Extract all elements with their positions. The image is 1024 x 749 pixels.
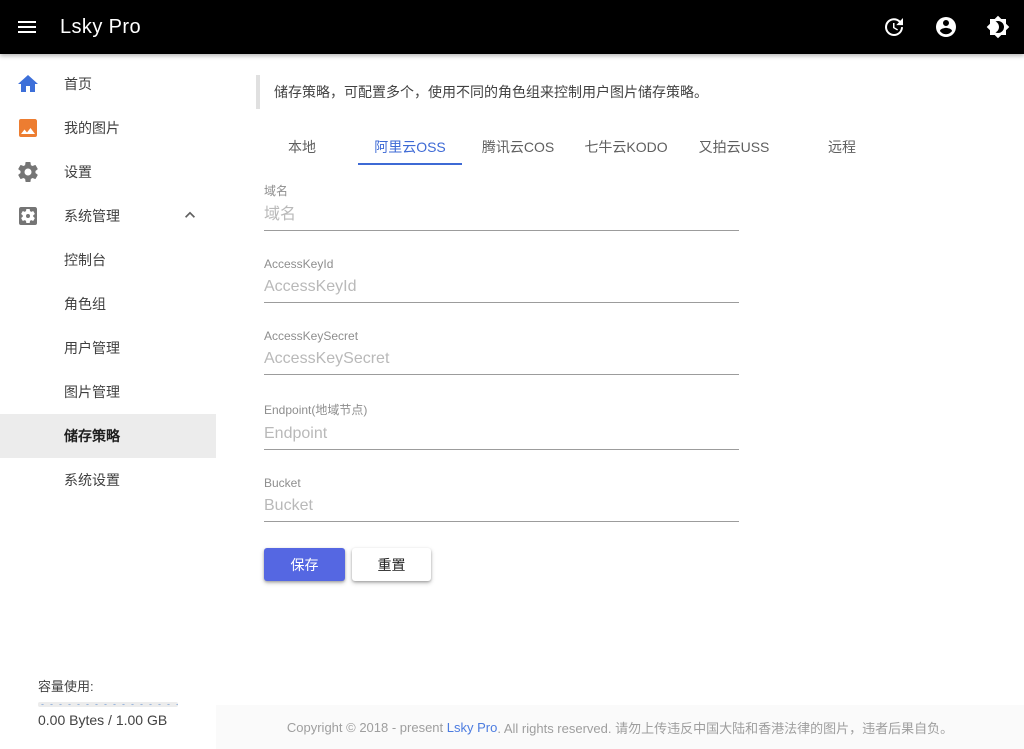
system-settings-icon [16,204,40,228]
app-title: Lsky Pro [60,16,141,39]
form-field: 域名 [264,182,739,231]
storage-tabs: 本地 阿里云OSS 腾讯云COS 七牛云KODO 又拍云USS 远程 [248,129,1024,165]
refresh-button[interactable] [874,7,914,47]
endpoint-input[interactable] [264,419,739,450]
tab-remote[interactable]: 远程 [788,129,896,165]
theme-toggle-button[interactable] [978,7,1018,47]
tab-tencent-cos[interactable]: 腾讯云COS [464,129,572,165]
domain-input[interactable] [264,200,739,231]
image-icon [16,116,40,140]
sidebar-item-label: 设置 [64,162,92,182]
capacity-usage-text: 0.00 Bytes / 1.00 GB [38,712,208,728]
sidebar-item-home[interactable]: 首页 [0,62,216,106]
form-actions: 保存 重置 [264,548,1024,581]
appbar: Lsky Pro [0,0,1024,54]
tab-aliyun-oss[interactable]: 阿里云OSS [356,129,464,165]
sidebar-item-role-groups[interactable]: 角色组 [0,282,216,326]
sidebar-item-system-settings[interactable]: 系统设置 [0,458,216,502]
sidebar-item-my-images[interactable]: 我的图片 [0,106,216,150]
reset-button[interactable]: 重置 [352,548,431,581]
access-key-id-input[interactable] [264,272,739,303]
sidebar-item-label: 我的图片 [64,118,120,138]
sidebar-group-system[interactable]: 系统管理 [0,194,216,238]
appbar-actions [874,7,1018,47]
bucket-label: Bucket [264,476,739,490]
form-field: Endpoint(地域节点) [264,401,739,450]
form-field: Bucket [264,476,739,522]
brand-link[interactable]: Lsky Pro [447,720,498,735]
sidebar-item-settings[interactable]: 设置 [0,150,216,194]
capacity-usage-block: 容量使用: 0.00 Bytes / 1.00 GB [38,676,208,728]
save-button[interactable]: 保存 [264,548,345,581]
endpoint-label: Endpoint(地域节点) [264,401,739,418]
brightness-icon [986,15,1010,39]
footer: Copyright © 2018 - present Lsky Pro. All… [216,705,1024,749]
account-circle-icon [934,15,958,39]
tab-upyun-uss[interactable]: 又拍云USS [680,129,788,165]
page-description: 储存策略，可配置多个，使用不同的角色组来控制用户图片储存策略。 [256,75,984,109]
main-content: 储存策略，可配置多个，使用不同的角色组来控制用户图片储存策略。 本地 阿里云OS… [216,54,1024,705]
form-field: AccessKeySecret [264,329,739,375]
oss-config-form: 域名 AccessKeyId AccessKeySecret Endpoint(… [264,182,739,522]
sidebar-item-user-management[interactable]: 用户管理 [0,326,216,370]
update-icon [882,15,906,39]
sidebar: 首页 我的图片 设置 系统管理 控制台 角色组 用户管理 图片管理 储存策略 系… [0,54,216,749]
sidebar-item-storage-policy[interactable]: 储存策略 [0,414,216,458]
home-icon [16,72,40,96]
copyright-text-prefix: Copyright © 2018 - present [287,720,447,735]
capacity-label: 容量使用: [38,676,208,695]
menu-button[interactable] [7,7,47,47]
account-button[interactable] [926,7,966,47]
gear-icon [16,160,40,184]
access-key-secret-label: AccessKeySecret [264,329,739,343]
domain-label: 域名 [264,182,739,199]
copyright-text-suffix: . All rights reserved. 请勿上传违反中国大陆和香港法律的图… [497,718,953,737]
form-field: AccessKeyId [264,257,739,303]
bucket-input[interactable] [264,491,739,522]
sidebar-item-console[interactable]: 控制台 [0,238,216,282]
access-key-secret-input[interactable] [264,344,739,375]
sidebar-item-label: 首页 [64,74,92,94]
chevron-up-icon [180,205,200,228]
hamburger-icon [15,15,39,39]
tab-qiniu-kodo[interactable]: 七牛云KODO [572,129,680,165]
sidebar-item-label: 系统管理 [64,206,120,226]
access-key-id-label: AccessKeyId [264,257,739,271]
tab-local[interactable]: 本地 [248,129,356,165]
sidebar-item-image-management[interactable]: 图片管理 [0,370,216,414]
capacity-progress-bar [38,702,178,707]
